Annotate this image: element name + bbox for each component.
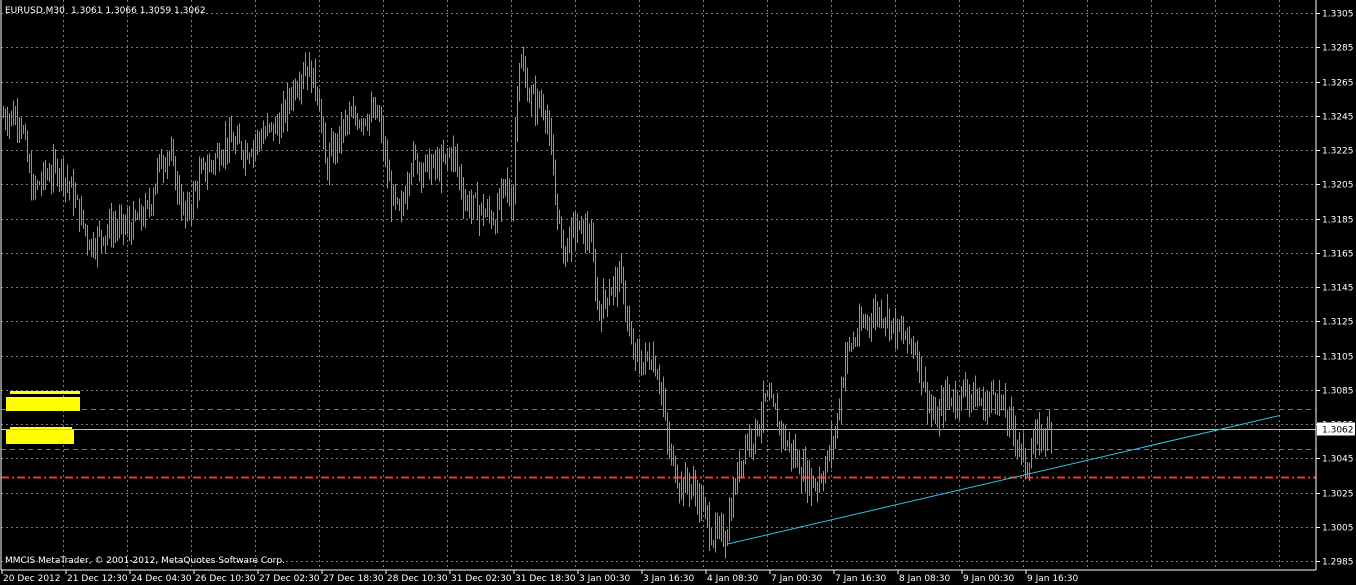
x-tick-label: 7 Jan 16:30 — [835, 574, 887, 584]
x-tick-label: 9 Jan 00:30 — [963, 574, 1015, 584]
chart-ohlc: 1.3061 1.3066 1.3059 1.3062 — [71, 6, 206, 16]
x-tick-label: 26 Dec 10:30 — [195, 574, 256, 584]
x-tick-label: 31 Dec 18:30 — [515, 574, 576, 584]
x-tick-label: 7 Jan 00:30 — [771, 574, 823, 584]
y-tick-label: 1.3205 — [1322, 181, 1354, 191]
x-tick-label: 28 Dec 10:30 — [387, 574, 448, 584]
y-tick-label: 1.3245 — [1322, 113, 1354, 123]
y-tick-label: 1.3145 — [1322, 284, 1354, 294]
y-tick-label: 1.3285 — [1322, 44, 1354, 54]
y-tick-label: 1.3005 — [1322, 524, 1354, 534]
x-tick-label: 24 Dec 04:30 — [131, 574, 192, 584]
current-price-tag: 1.3062 — [1317, 422, 1355, 436]
x-tick-label: 20 Dec 2012 — [3, 574, 61, 584]
x-tick-label: 21 Dec 12:30 — [67, 574, 128, 584]
x-tick-label: 3 Jan 00:30 — [579, 574, 631, 584]
y-tick-label: 1.3305 — [1322, 10, 1354, 20]
chart-symbol: EURUSD,M30 — [5, 6, 65, 16]
x-tick-label: 27 Dec 02:30 — [259, 574, 320, 584]
y-tick-label: 1.3165 — [1322, 250, 1354, 260]
y-tick-label: 1.2985 — [1322, 558, 1354, 568]
x-tick-label: 31 Dec 02:30 — [451, 574, 512, 584]
current-price-label: 1.3062 — [1322, 426, 1354, 436]
chart-background — [0, 0, 1356, 585]
x-tick-label: 4 Jan 08:30 — [707, 574, 759, 584]
y-tick-label: 1.3225 — [1322, 147, 1354, 157]
y-tick-label: 1.3025 — [1322, 490, 1354, 500]
y-tick-label: 1.3045 — [1322, 455, 1354, 465]
y-tick-label: 1.3125 — [1322, 318, 1354, 328]
y-tick-label: 1.3085 — [1322, 387, 1354, 397]
x-tick-label: 8 Jan 08:30 — [899, 574, 951, 584]
x-tick-label: 3 Jan 16:30 — [643, 574, 695, 584]
yellow-marker-upper[interactable] — [6, 391, 80, 411]
x-tick-label: 9 Jan 16:30 — [1027, 574, 1079, 584]
y-tick-label: 1.3185 — [1322, 216, 1354, 226]
copyright-text: MMCIS MetaTrader, © 2001-2012, MetaQuote… — [5, 556, 285, 566]
y-tick-label: 1.3265 — [1322, 79, 1354, 89]
y-tick-label: 1.3105 — [1322, 353, 1354, 363]
x-tick-label: 27 Dec 18:30 — [323, 574, 384, 584]
price-chart[interactable]: 1.3305 1.3285 1.3265 1.3245 1.3225 1.3205 1.31… — [0, 0, 1356, 585]
